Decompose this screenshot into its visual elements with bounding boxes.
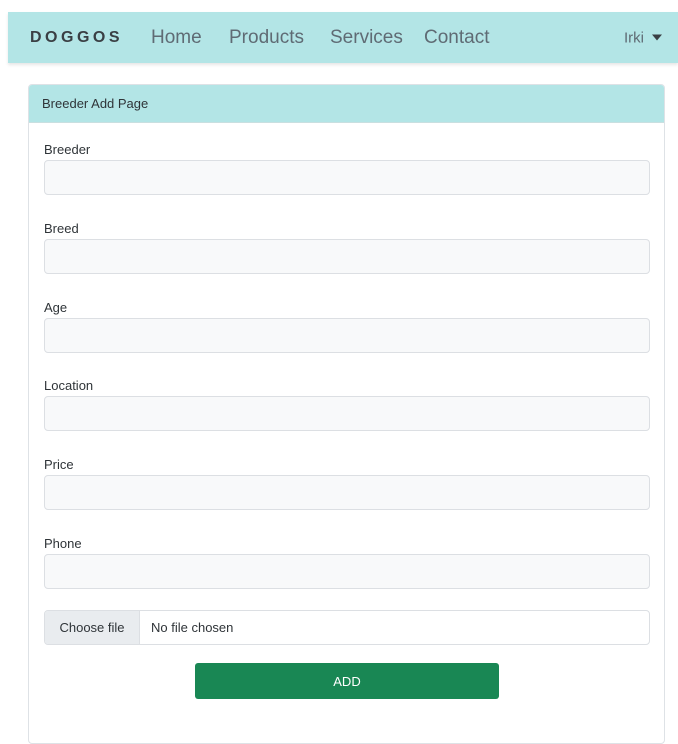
choose-file-button[interactable]: Choose file — [45, 611, 140, 644]
nav-link-contact[interactable]: Contact — [424, 27, 489, 49]
file-upload-field[interactable]: Choose file No file chosen — [44, 610, 650, 645]
phone-input[interactable] — [44, 554, 650, 589]
breeder-add-card: Breeder Add Page Breeder Breed Age Locat… — [28, 84, 665, 744]
age-input[interactable] — [44, 318, 650, 353]
price-input[interactable] — [44, 475, 650, 510]
phone-label: Phone — [44, 536, 82, 551]
location-input[interactable] — [44, 396, 650, 431]
age-label: Age — [44, 300, 68, 315]
location-label: Location — [44, 378, 94, 393]
card-header: Breeder Add Page — [29, 85, 664, 123]
user-menu-dropdown[interactable]: Irki — [624, 29, 662, 46]
user-name: Irki — [624, 29, 644, 46]
breeder-label: Breeder — [44, 142, 91, 157]
brand-logo[interactable]: DOGGOS — [30, 29, 123, 47]
card-title: Breeder Add Page — [42, 96, 149, 111]
nav-link-home[interactable]: Home — [151, 27, 202, 49]
navbar: DOGGOS Home Products Services Contact Ir… — [8, 12, 678, 63]
file-status-text: No file chosen — [151, 620, 234, 635]
breed-input[interactable] — [44, 239, 650, 274]
add-button[interactable]: ADD — [195, 663, 499, 699]
caret-down-icon — [652, 34, 662, 41]
price-label: Price — [44, 457, 74, 472]
nav-link-services[interactable]: Services — [330, 27, 403, 49]
breeder-input[interactable] — [44, 160, 650, 195]
breed-label: Breed — [44, 221, 79, 236]
nav-link-products[interactable]: Products — [229, 27, 304, 49]
